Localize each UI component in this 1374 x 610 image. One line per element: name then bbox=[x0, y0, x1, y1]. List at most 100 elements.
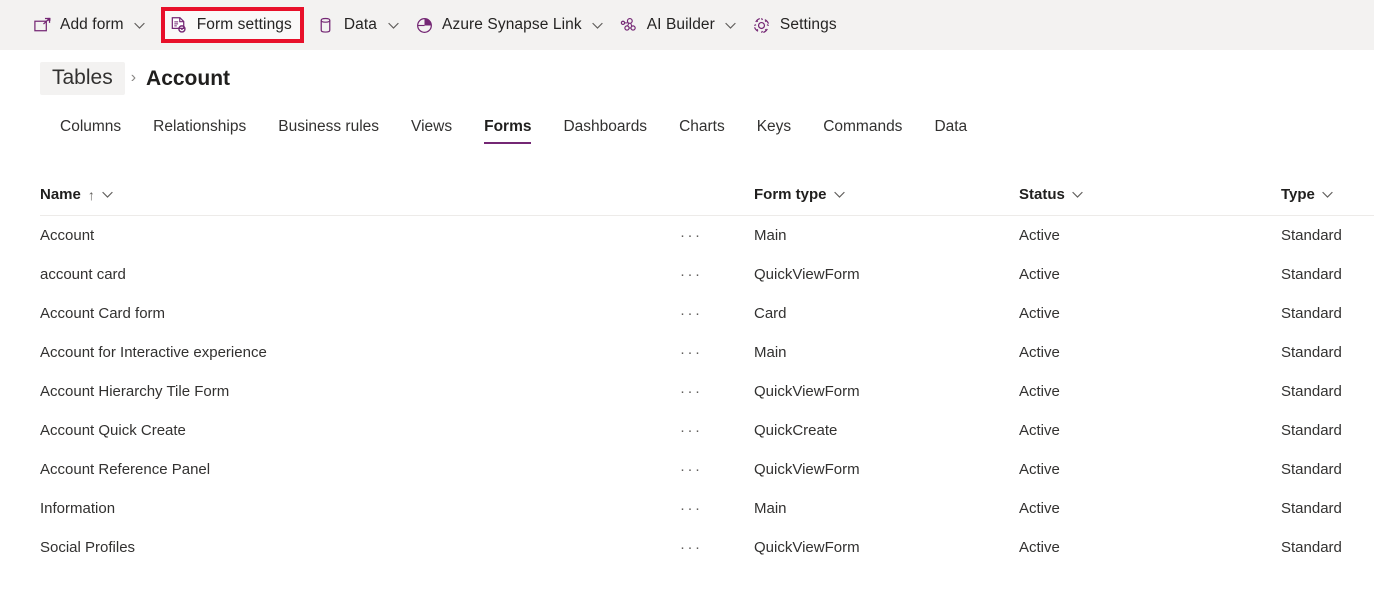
row-form-type: Main bbox=[754, 500, 787, 517]
row-type: Standard bbox=[1281, 383, 1342, 400]
row-name[interactable]: Information bbox=[40, 500, 115, 517]
row-type: Standard bbox=[1281, 266, 1342, 283]
row-form-type: QuickViewForm bbox=[754, 266, 860, 283]
tab-data[interactable]: Data bbox=[918, 118, 983, 146]
table-row[interactable]: Account Quick Create ··· QuickCreate Act… bbox=[40, 411, 1374, 450]
row-type: Standard bbox=[1281, 422, 1342, 439]
column-header-label: Name bbox=[40, 186, 81, 203]
row-form-type: Card bbox=[754, 305, 787, 322]
row-status: Active bbox=[1019, 305, 1060, 322]
table-row[interactable]: Account Reference Panel ··· QuickViewFor… bbox=[40, 450, 1374, 489]
tab-label: Data bbox=[934, 118, 967, 135]
tab-label: Business rules bbox=[278, 118, 379, 135]
row-name[interactable]: Account for Interactive experience bbox=[40, 344, 267, 361]
data-button[interactable]: Data bbox=[310, 8, 408, 42]
row-form-type: QuickViewForm bbox=[754, 461, 860, 478]
row-form-type: Main bbox=[754, 227, 787, 244]
form-settings-button[interactable]: Form settings bbox=[161, 7, 304, 43]
row-status: Active bbox=[1019, 266, 1060, 283]
column-header-type[interactable]: Type bbox=[1281, 186, 1374, 203]
row-context-menu-button[interactable]: ··· bbox=[680, 266, 703, 283]
row-type: Standard bbox=[1281, 305, 1342, 322]
form-settings-icon bbox=[169, 15, 189, 35]
tab-charts[interactable]: Charts bbox=[663, 118, 741, 146]
tab-columns[interactable]: Columns bbox=[44, 118, 137, 146]
chevron-down-icon[interactable] bbox=[722, 16, 740, 34]
row-context-menu-button[interactable]: ··· bbox=[680, 500, 703, 517]
tab-dashboards[interactable]: Dashboards bbox=[547, 118, 663, 146]
form-settings-highlight: Form settings bbox=[161, 7, 304, 43]
row-type: Standard bbox=[1281, 344, 1342, 361]
tab-label: Relationships bbox=[153, 118, 246, 135]
row-form-type: QuickViewForm bbox=[754, 383, 860, 400]
table-row[interactable]: Information ··· Main Active Standard bbox=[40, 489, 1374, 528]
table-row[interactable]: Account ··· Main Active Standard bbox=[40, 216, 1374, 255]
tab-forms[interactable]: Forms bbox=[468, 118, 547, 146]
tab-commands[interactable]: Commands bbox=[807, 118, 918, 146]
chevron-down-icon[interactable] bbox=[131, 16, 149, 34]
add-form-label: Add form bbox=[60, 16, 124, 34]
row-name[interactable]: Account bbox=[40, 227, 94, 244]
tab-business-rules[interactable]: Business rules bbox=[262, 118, 395, 146]
column-header-name[interactable]: Name ↑ bbox=[40, 186, 680, 203]
row-name[interactable]: Account Hierarchy Tile Form bbox=[40, 383, 229, 400]
row-name[interactable]: Account Card form bbox=[40, 305, 165, 322]
table-row[interactable]: Account Card form ··· Card Active Standa… bbox=[40, 294, 1374, 333]
table-row[interactable]: Social Profiles ··· QuickViewForm Active… bbox=[40, 528, 1374, 567]
column-header-status[interactable]: Status bbox=[1019, 186, 1281, 203]
column-header-label: Status bbox=[1019, 186, 1065, 203]
row-context-menu-button[interactable]: ··· bbox=[680, 461, 703, 478]
row-context-menu-button[interactable]: ··· bbox=[680, 344, 703, 361]
tab-label: Dashboards bbox=[563, 118, 647, 135]
page-title: Account bbox=[142, 68, 234, 89]
chevron-down-icon[interactable] bbox=[589, 16, 607, 34]
command-bar: Add form Form settings bbox=[0, 0, 1374, 50]
breadcrumb-item-tables[interactable]: Tables bbox=[40, 62, 125, 95]
row-status: Active bbox=[1019, 500, 1060, 517]
row-name[interactable]: Account Quick Create bbox=[40, 422, 186, 439]
chevron-down-icon[interactable] bbox=[384, 16, 402, 34]
row-type: Standard bbox=[1281, 539, 1342, 556]
row-status: Active bbox=[1019, 383, 1060, 400]
add-form-button[interactable]: Add form bbox=[26, 8, 155, 42]
azure-synapse-link-button[interactable]: Azure Synapse Link bbox=[408, 8, 613, 42]
settings-button[interactable]: Settings bbox=[746, 8, 843, 42]
row-context-menu-button[interactable]: ··· bbox=[680, 227, 703, 244]
row-context-menu-button[interactable]: ··· bbox=[680, 383, 703, 400]
ai-builder-button[interactable]: AI Builder bbox=[613, 8, 746, 42]
forms-grid: Name ↑ Form type Status bbox=[0, 174, 1374, 567]
row-context-menu-button[interactable]: ··· bbox=[680, 539, 703, 556]
table-row[interactable]: Account Hierarchy Tile Form ··· QuickVie… bbox=[40, 372, 1374, 411]
chevron-down-icon[interactable] bbox=[1321, 188, 1334, 201]
add-form-icon bbox=[32, 15, 52, 35]
row-name[interactable]: account card bbox=[40, 266, 126, 283]
table-row[interactable]: account card ··· QuickViewForm Active St… bbox=[40, 255, 1374, 294]
azure-synapse-link-icon bbox=[414, 15, 434, 35]
column-header-form-type[interactable]: Form type bbox=[754, 186, 1019, 203]
column-header-label: Type bbox=[1281, 186, 1315, 203]
column-header-label: Form type bbox=[754, 186, 827, 203]
tab-label: Keys bbox=[757, 118, 791, 135]
grid-header-row: Name ↑ Form type Status bbox=[40, 174, 1374, 216]
azure-synapse-link-label: Azure Synapse Link bbox=[442, 16, 582, 34]
tab-label: Views bbox=[411, 118, 452, 135]
row-form-type: QuickViewForm bbox=[754, 539, 860, 556]
row-type: Standard bbox=[1281, 500, 1342, 517]
tab-relationships[interactable]: Relationships bbox=[137, 118, 262, 146]
row-name[interactable]: Account Reference Panel bbox=[40, 461, 210, 478]
row-context-menu-button[interactable]: ··· bbox=[680, 422, 703, 439]
chevron-down-icon[interactable] bbox=[101, 188, 114, 201]
row-status: Active bbox=[1019, 539, 1060, 556]
row-context-menu-button[interactable]: ··· bbox=[680, 305, 703, 322]
chevron-down-icon[interactable] bbox=[1071, 188, 1084, 201]
tab-views[interactable]: Views bbox=[395, 118, 468, 146]
chevron-down-icon[interactable] bbox=[833, 188, 846, 201]
breadcrumb-separator-icon: › bbox=[131, 69, 136, 87]
table-row[interactable]: Account for Interactive experience ··· M… bbox=[40, 333, 1374, 372]
row-name[interactable]: Social Profiles bbox=[40, 539, 135, 556]
row-type: Standard bbox=[1281, 461, 1342, 478]
database-icon bbox=[316, 15, 336, 35]
ai-builder-icon bbox=[619, 15, 639, 35]
row-status: Active bbox=[1019, 422, 1060, 439]
tab-keys[interactable]: Keys bbox=[741, 118, 807, 146]
